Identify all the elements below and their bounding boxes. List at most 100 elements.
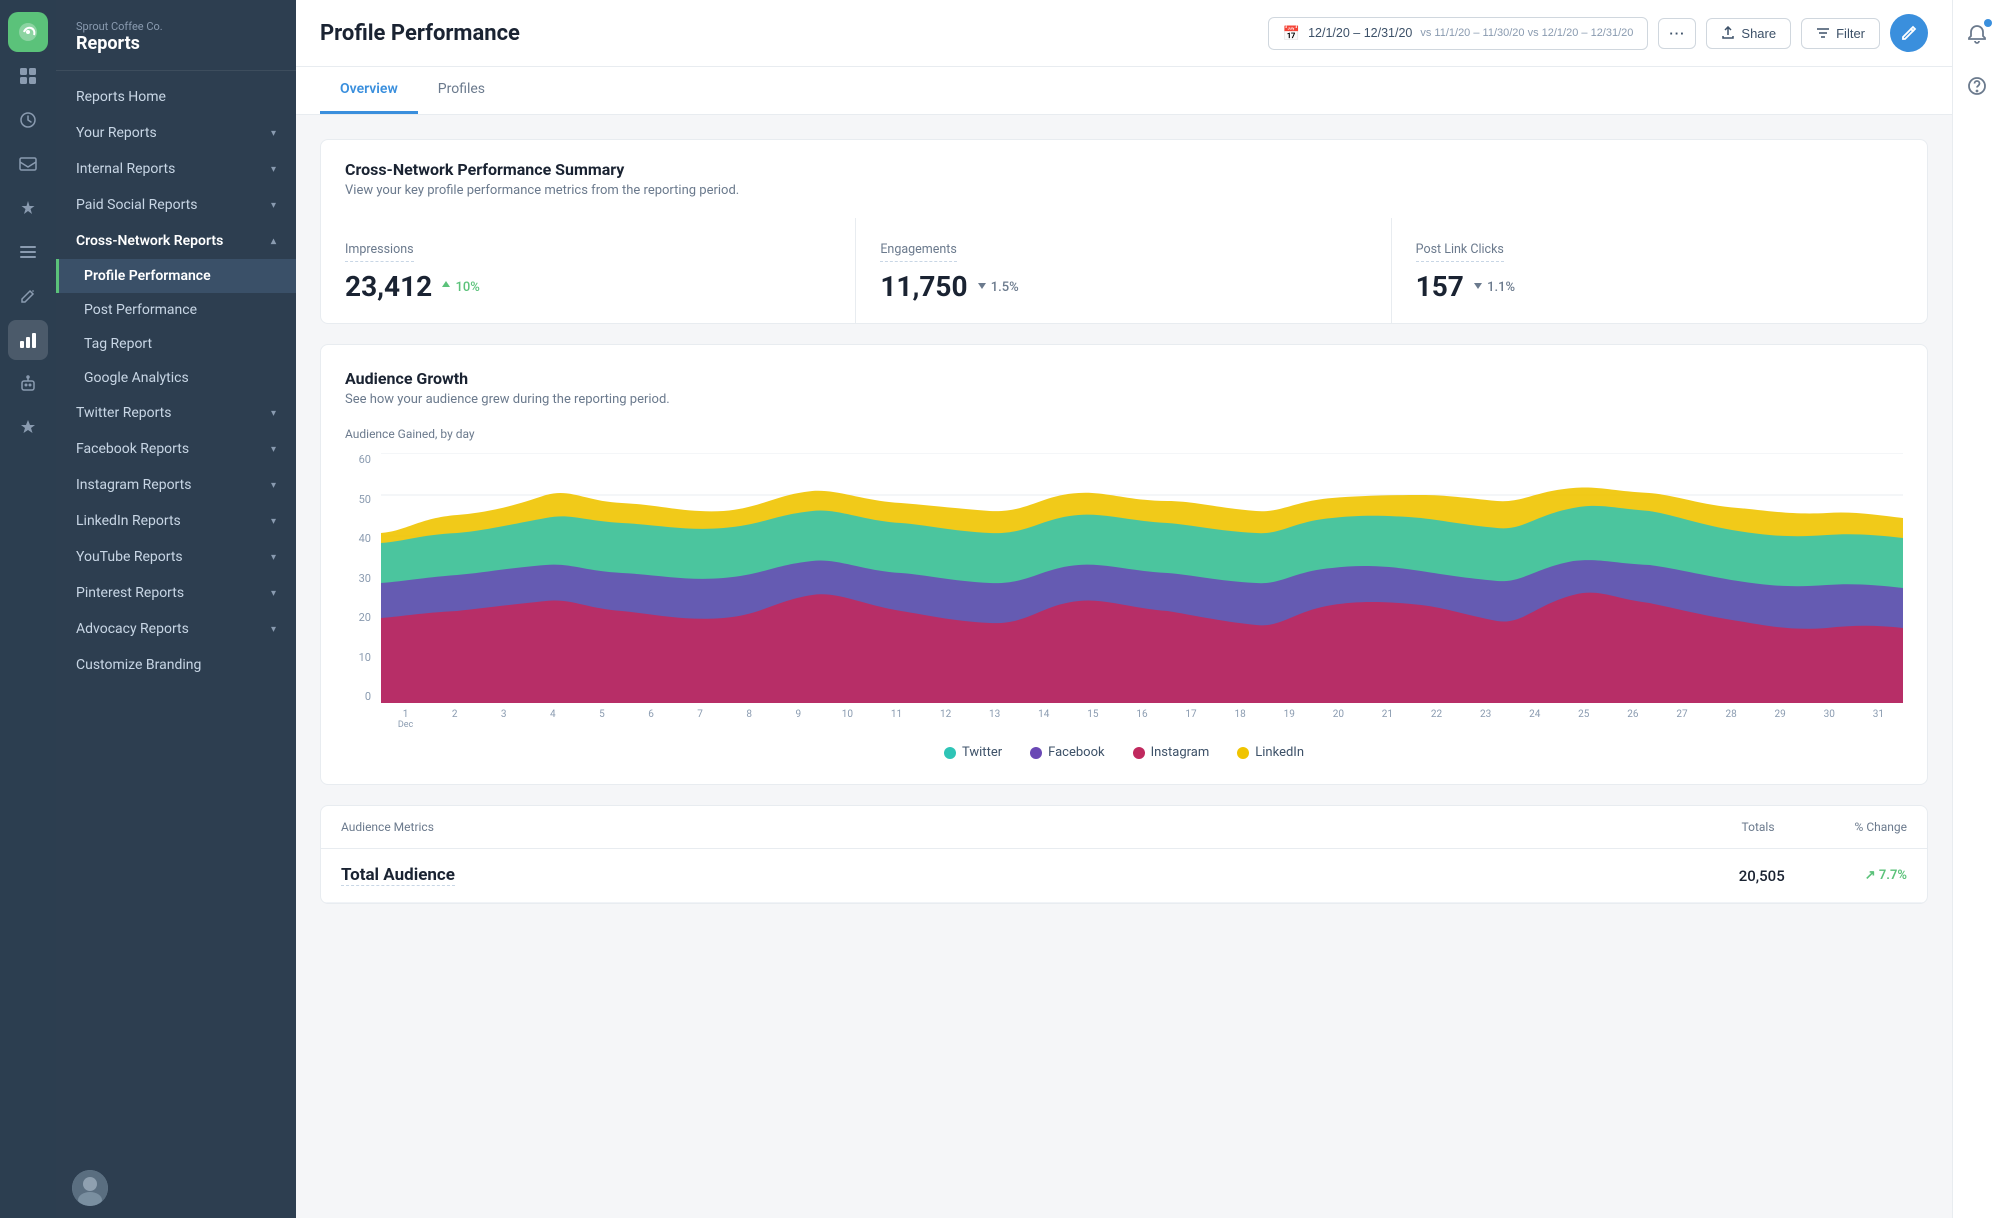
- sidebar-item-tag-report[interactable]: Tag Report: [56, 327, 296, 361]
- nav-group-twitter-reports[interactable]: Twitter Reports ▾: [56, 395, 296, 431]
- nav-group-label-instagram-reports: Instagram Reports: [76, 477, 191, 493]
- nav-icon-pin[interactable]: [8, 188, 48, 228]
- filter-button[interactable]: Filter: [1801, 18, 1880, 49]
- y-label-10: 10: [359, 651, 371, 664]
- x-label-11: 11: [872, 709, 921, 720]
- notification-badge: [1984, 19, 1992, 27]
- help-icon-btn[interactable]: [1959, 68, 1995, 104]
- sidebar-item-profile-performance[interactable]: Profile Performance: [56, 259, 296, 293]
- tab-overview[interactable]: Overview: [320, 67, 418, 114]
- audience-metrics-table-card: Audience Metrics Totals % Change Total A…: [320, 805, 1928, 904]
- filter-icon: [1816, 26, 1830, 40]
- chart-label: Audience Gained, by day: [345, 427, 1903, 441]
- nav-group-your-reports[interactable]: Your Reports ▾: [56, 115, 296, 151]
- nav-icon-inbox[interactable]: [8, 144, 48, 184]
- nav-icon-star[interactable]: [8, 408, 48, 448]
- x-label-5: 5: [577, 709, 626, 720]
- share-icon: [1721, 26, 1735, 40]
- nav-icon-1[interactable]: [8, 56, 48, 96]
- nav-group-cross-network-reports[interactable]: Cross-Network Reports ▴: [56, 223, 296, 259]
- nav-group-internal-reports[interactable]: Internal Reports ▾: [56, 151, 296, 187]
- edit-button[interactable]: [1890, 14, 1928, 52]
- nav-group-label-cross-network-reports: Cross-Network Reports: [76, 233, 223, 249]
- x-label-6: 6: [626, 709, 675, 720]
- impressions-label: Impressions: [345, 242, 414, 262]
- nav-group-label-twitter-reports: Twitter Reports: [76, 405, 171, 421]
- twitter-color-dot: [944, 747, 956, 759]
- x-label-20: 20: [1314, 709, 1363, 720]
- table-col-totals: Totals: [1742, 820, 1775, 834]
- legend-instagram: Instagram: [1133, 745, 1210, 760]
- x-label-15: 15: [1068, 709, 1117, 720]
- summary-card-title: Cross-Network Performance Summary: [345, 160, 1903, 179]
- brand-header: Sprout Coffee Co. Reports: [56, 8, 296, 71]
- total-audience-value: 20,505: [1739, 867, 1785, 885]
- x-label-1: 1 Dec: [381, 709, 430, 730]
- nav-icon-2[interactable]: [8, 100, 48, 140]
- bell-icon: [1967, 24, 1987, 44]
- nav-group-label-pinterest-reports: Pinterest Reports: [76, 585, 184, 601]
- brand-logo-btn[interactable]: [8, 12, 48, 52]
- nav-group-instagram-reports[interactable]: Instagram Reports ▾: [56, 467, 296, 503]
- nav-group-label-youtube-reports: YouTube Reports: [76, 549, 183, 565]
- main-content: Profile Performance 📅 12/1/20 – 12/31/20…: [296, 0, 1952, 1218]
- notification-icon-btn[interactable]: [1959, 16, 1995, 52]
- chevron-down-icon: ▾: [271, 200, 276, 211]
- nav-item-customize-branding[interactable]: Customize Branding: [56, 647, 296, 683]
- user-avatar[interactable]: [72, 1170, 108, 1206]
- nav-group-label-facebook-reports: Facebook Reports: [76, 441, 189, 457]
- y-label-50: 50: [359, 493, 371, 506]
- nav-icon-chart[interactable]: [8, 320, 48, 360]
- x-label-27: 27: [1657, 709, 1706, 720]
- x-label-9: 9: [774, 709, 823, 720]
- tab-profiles[interactable]: Profiles: [418, 67, 505, 114]
- arrow-up-icon: [440, 279, 452, 291]
- x-label-3: 3: [479, 709, 528, 720]
- nav-group-advocacy-reports[interactable]: Advocacy Reports ▾: [56, 611, 296, 647]
- x-label-4: 4: [528, 709, 577, 720]
- date-range-value: 12/1/20 – 12/31/20: [1308, 26, 1412, 40]
- x-label-23: 23: [1461, 709, 1510, 720]
- nav-sidebar: Sprout Coffee Co. Reports Reports Home Y…: [56, 0, 296, 1218]
- chevron-down-icon: ▾: [271, 516, 276, 527]
- nav-icon-list[interactable]: [8, 232, 48, 272]
- legend-linkedin-label: LinkedIn: [1255, 745, 1304, 760]
- more-button[interactable]: ···: [1658, 18, 1696, 49]
- performance-summary-card: Cross-Network Performance Summary View y…: [320, 139, 1928, 324]
- nav-group-pinterest-reports[interactable]: Pinterest Reports ▾: [56, 575, 296, 611]
- x-label-28: 28: [1707, 709, 1756, 720]
- nav-icon-bot[interactable]: [8, 364, 48, 404]
- linkedin-color-dot: [1237, 747, 1249, 759]
- nav-group-paid-social-reports[interactable]: Paid Social Reports ▾: [56, 187, 296, 223]
- sidebar-item-google-analytics[interactable]: Google Analytics: [56, 361, 296, 395]
- icon-sidebar-top: [8, 12, 48, 1202]
- chevron-down-icon: ▾: [271, 408, 276, 419]
- nav-icon-compose[interactable]: [8, 276, 48, 316]
- ellipsis-icon: ···: [1669, 26, 1685, 41]
- x-label-19: 19: [1265, 709, 1314, 720]
- nav-group-youtube-reports[interactable]: YouTube Reports ▾: [56, 539, 296, 575]
- nav-item-reports-home[interactable]: Reports Home: [56, 79, 296, 115]
- chart-container: 60 50 40 30 20 10 0: [345, 453, 1903, 733]
- date-range-button[interactable]: 📅 12/1/20 – 12/31/20 vs 11/1/20 – 11/30/…: [1268, 17, 1649, 50]
- nav-group-label-your-reports: Your Reports: [76, 125, 157, 141]
- table-header: Audience Metrics Totals % Change: [321, 806, 1927, 849]
- sidebar-item-post-performance[interactable]: Post Performance: [56, 293, 296, 327]
- engagements-change: 1.5%: [976, 279, 1019, 295]
- x-label-8: 8: [725, 709, 774, 720]
- chevron-down-icon: ▾: [271, 480, 276, 491]
- nav-group-facebook-reports[interactable]: Facebook Reports ▾: [56, 431, 296, 467]
- area-chart-svg: [381, 453, 1903, 703]
- metrics-row: Impressions 23,412 10% Engagements 11,75…: [321, 218, 1927, 323]
- engagements-label: Engagements: [880, 242, 957, 262]
- nav-group-label-advocacy-reports: Advocacy Reports: [76, 621, 189, 637]
- x-label-24: 24: [1510, 709, 1559, 720]
- total-audience-change: ↗ 7.7%: [1865, 868, 1907, 883]
- x-label-22: 22: [1412, 709, 1461, 720]
- share-button[interactable]: Share: [1706, 18, 1791, 49]
- top-bar: Profile Performance 📅 12/1/20 – 12/31/20…: [296, 0, 1952, 67]
- x-label-25: 25: [1559, 709, 1608, 720]
- chevron-down-icon: ▾: [271, 552, 276, 563]
- nav-group-linkedin-reports[interactable]: LinkedIn Reports ▾: [56, 503, 296, 539]
- x-label-10: 10: [823, 709, 872, 720]
